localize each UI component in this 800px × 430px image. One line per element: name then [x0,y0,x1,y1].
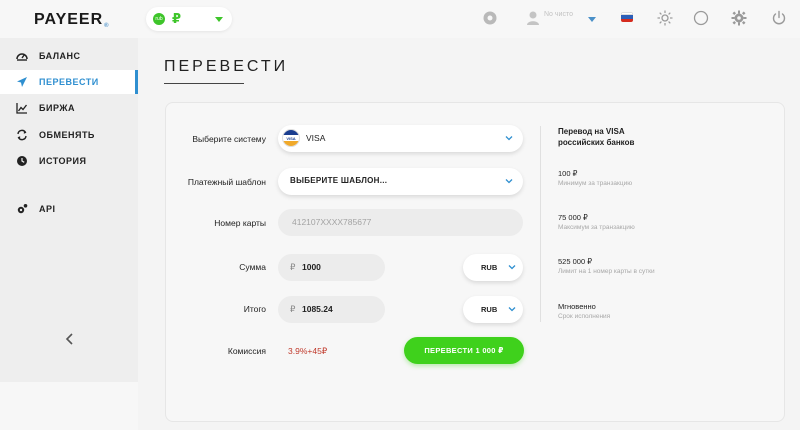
support-icon[interactable] [482,10,498,26]
chevron-down-icon [505,136,513,141]
min-amount-value: 100 ₽ [558,169,578,178]
system-label: Выберите систему [192,134,266,144]
fee-label: Комиссия [227,346,266,356]
daily-limit-caption: Лимит на 1 номер карты в сутки [558,268,655,275]
sidebar-item-transfer[interactable]: ПЕРЕВЕСТИ [0,70,138,94]
page-title: ПЕРЕВЕСТИ [164,58,289,75]
collapse-sidebar-icon[interactable] [62,331,78,347]
execution-time-caption: Срок исполнения [558,313,611,320]
language-flag-icon[interactable] [621,12,633,22]
card-number-value: 412107XXXX785677 [292,217,372,227]
chevron-down-icon [505,179,513,184]
sum-input[interactable]: ₽ 1000 [278,254,385,281]
total-currency-value: RUB [481,305,498,314]
sum-currency-value: RUB [481,263,498,272]
sidebar-item-label: ОБМЕНЯТЬ [39,130,95,140]
exchange-icon [17,129,27,141]
sidebar-item-label: ИСТОРИЯ [39,156,87,166]
sidebar-item-label: БИРЖА [39,103,75,113]
fee-value: 3.9%+45₽ [288,346,328,356]
chart-icon [16,103,28,114]
chevron-down-icon [508,307,516,312]
top-bar: PAYEER® rub ₽ No чисто [0,0,800,38]
system-value: VISA [306,133,326,143]
info-title: Перевод на VISA российских банков [558,127,635,147]
max-amount-value: 75 000 ₽ [558,213,588,222]
total-value: 1085.24 [302,304,333,314]
sidebar-item-label: ПЕРЕВЕСТИ [39,77,99,87]
card-number-input[interactable]: 412107XXXX785677 [278,209,523,236]
ruble-sign: ₽ [290,304,296,314]
gear-icon[interactable] [731,10,747,26]
transfer-submit-button[interactable]: ПЕРЕВЕСТИ 1 000 ₽ [404,337,524,364]
daily-limit-value: 525 000 ₽ [558,257,592,266]
total-currency-select[interactable]: RUB [463,296,523,323]
info-divider [540,126,541,322]
sidebar-item-label: API [39,204,56,214]
sidebar-item-history[interactable]: ИСТОРИЯ [0,149,138,173]
max-amount-caption: Максимум за транзакцию [558,224,635,231]
clock-icon [17,156,27,166]
power-icon[interactable] [771,10,787,26]
sidebar-item-balance[interactable]: БАЛАНС [0,44,138,68]
total-input[interactable]: ₽ 1085.24 [278,296,385,323]
sum-currency-select[interactable]: RUB [463,254,523,281]
execution-time-value: Мгновенно [558,302,596,311]
visa-logo-icon: VISA [282,129,300,147]
gauge-icon [16,53,28,61]
send-icon [17,77,27,87]
template-select[interactable]: ВЫБЕРИТЕ ШАБЛОН... [278,168,523,195]
sidebar: БАЛАНС ПЕРЕВЕСТИ БИРЖА ОБМЕНЯТЬ ИСТОРИЯ [0,38,138,382]
wallet-currency-symbol: ₽ [172,11,182,26]
chevron-down-icon [215,17,223,22]
payeer-logo[interactable]: PAYEER® [34,11,110,29]
system-select[interactable]: VISA VISA [278,125,523,152]
wallet-currency-badge: rub [153,13,165,25]
template-value: ВЫБЕРИТЕ ШАБЛОН... [290,176,388,185]
user-name: No чисто [544,11,573,18]
sidebar-item-exchange-market[interactable]: БИРЖА [0,96,138,120]
sidebar-item-api[interactable]: API [0,197,138,221]
sidebar-item-label: БАЛАНС [39,51,81,61]
title-underline [164,83,244,84]
ruble-sign: ₽ [290,262,296,272]
chevron-down-icon [588,17,596,22]
sun-icon[interactable] [657,10,673,26]
card-number-label: Номер карты [214,218,266,228]
min-amount-caption: Минимум за транзакцию [558,180,633,187]
sum-label: Сумма [239,262,266,272]
user-icon [527,11,539,25]
sum-value: 1000 [302,262,321,272]
sidebar-item-swap[interactable]: ОБМЕНЯТЬ [0,123,138,147]
wallet-selector[interactable]: rub ₽ [146,7,232,31]
user-menu[interactable]: No чисто [524,8,596,30]
chevron-down-icon [508,265,516,270]
total-label: Итого [243,304,266,314]
api-icon [17,204,28,214]
template-label: Платежный шаблон [187,177,266,187]
theme-icon[interactable] [693,10,709,26]
sidebar-footer [0,382,138,430]
